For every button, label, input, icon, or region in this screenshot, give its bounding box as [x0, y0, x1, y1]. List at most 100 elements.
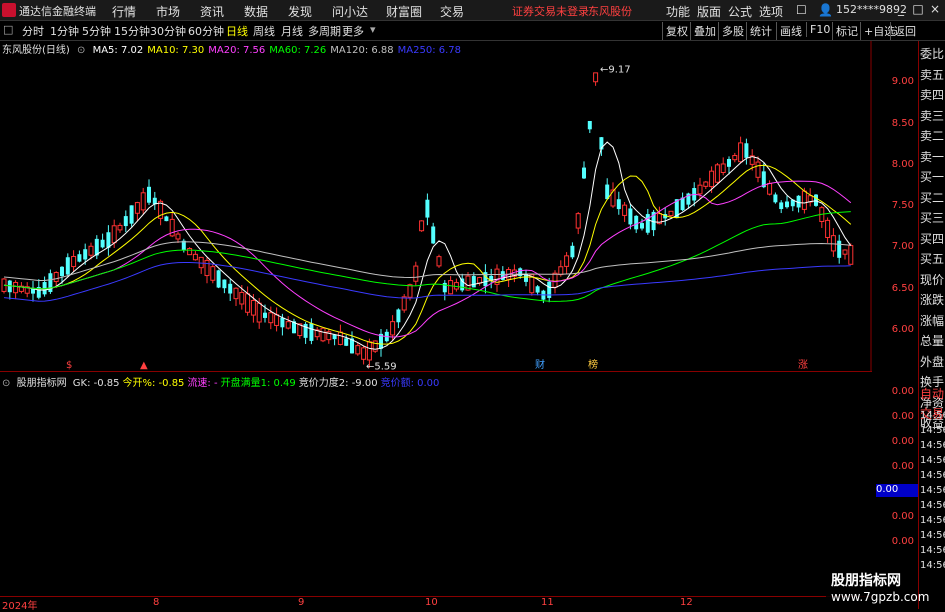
candle[interactable] [245, 286, 251, 316]
candle[interactable] [147, 179, 151, 205]
candle[interactable] [24, 282, 30, 298]
candle[interactable] [575, 211, 581, 235]
stock-name-link[interactable]: 东风股份 [588, 3, 632, 19]
maximize-button[interactable]: □ [909, 2, 927, 16]
candle[interactable] [210, 264, 216, 284]
candle[interactable] [703, 180, 709, 190]
shield-icon[interactable]: ☐ [796, 3, 807, 17]
login-status-link[interactable]: 证券交易未登录 [512, 3, 589, 19]
side-panel-item-11[interactable]: 现价 [920, 271, 945, 288]
candle[interactable] [204, 257, 210, 284]
candle[interactable] [129, 205, 134, 227]
period-tab-7[interactable]: 周线 [253, 23, 275, 39]
period-tab-3[interactable]: 15分钟 [114, 23, 150, 39]
candle[interactable] [483, 264, 488, 294]
candle[interactable] [326, 328, 332, 344]
right-menu-item-2[interactable]: 公式 [728, 3, 752, 20]
candle[interactable] [779, 200, 784, 214]
candle[interactable] [320, 327, 326, 343]
candle[interactable] [494, 264, 500, 292]
candle[interactable] [796, 195, 801, 213]
period-tab-0[interactable]: 分时 [22, 23, 44, 39]
event-marker-3[interactable]: 榜 [588, 358, 598, 371]
candle[interactable] [152, 191, 157, 210]
side-panel-item-4[interactable]: 卖二 [920, 127, 945, 144]
candle[interactable] [732, 152, 738, 163]
candle[interactable] [807, 188, 813, 207]
toolbar-button-0[interactable]: 复权 [662, 22, 691, 40]
candle[interactable] [477, 276, 483, 286]
candle[interactable] [106, 225, 111, 256]
side-panel-item-7[interactable]: 买二 [920, 189, 945, 206]
candle[interactable] [460, 273, 465, 293]
side-panel-item-3[interactable]: 卖三 [920, 107, 945, 124]
event-marker-4[interactable]: 涨 [798, 359, 808, 371]
candle[interactable] [593, 72, 599, 86]
period-tab-9[interactable]: 多周期 [308, 23, 341, 39]
right-menu-item-0[interactable]: 功能 [666, 3, 690, 20]
candle[interactable] [48, 269, 53, 294]
candle[interactable] [622, 201, 628, 222]
side-panel-item-9[interactable]: 买四 [920, 230, 945, 247]
period-tab-2[interactable]: 5分钟 [82, 23, 111, 39]
period-tab-10[interactable]: 更多 [342, 23, 364, 39]
candle[interactable] [31, 280, 35, 302]
candle[interactable] [744, 138, 749, 165]
candle[interactable] [582, 161, 586, 179]
side-panel-item-0[interactable]: 委比 [920, 45, 945, 62]
toolbar-button-4[interactable]: 画线 [776, 22, 805, 40]
candle[interactable] [453, 278, 459, 292]
candle[interactable] [848, 243, 854, 265]
indicator-name[interactable]: 股朋指标网 [17, 378, 67, 389]
candle[interactable] [192, 251, 198, 261]
menu-item-2[interactable]: 资讯 [200, 3, 224, 20]
candle[interactable] [680, 192, 685, 212]
candle[interactable] [100, 233, 105, 249]
candle[interactable] [233, 287, 239, 307]
candle[interactable] [228, 279, 233, 302]
candle[interactable] [65, 253, 70, 277]
candle[interactable] [413, 261, 419, 286]
side-panel-item-14[interactable]: 总量 [920, 332, 945, 349]
period-tab-6[interactable]: 日线 [226, 23, 248, 39]
candle[interactable] [164, 215, 169, 222]
period-tab-4[interactable]: 30分钟 [150, 23, 186, 39]
candle[interactable] [610, 182, 616, 208]
candle[interactable] [332, 334, 337, 346]
candle[interactable] [668, 210, 674, 218]
candle[interactable] [773, 192, 778, 204]
period-toolbar-icon[interactable]: □ [3, 23, 13, 36]
candle[interactable] [431, 222, 436, 245]
candle[interactable] [570, 242, 575, 260]
period-tab-1[interactable]: 1分钟 [50, 23, 79, 39]
candle[interactable] [198, 256, 204, 274]
candle[interactable] [401, 294, 407, 313]
candle[interactable] [819, 206, 825, 229]
more-dropdown-icon[interactable]: ▾ [370, 23, 376, 36]
candle[interactable] [187, 247, 193, 256]
candle[interactable] [442, 280, 447, 301]
settings-icon[interactable]: ⊙ [2, 378, 10, 389]
toolbar-button-1[interactable]: 叠加 [690, 22, 719, 40]
candle[interactable] [134, 201, 140, 222]
candle[interactable] [645, 208, 650, 235]
side-panel-item-13[interactable]: 涨幅 [920, 312, 945, 329]
candle[interactable] [830, 228, 836, 257]
candle[interactable] [140, 187, 146, 214]
candle[interactable] [384, 329, 389, 343]
toolbar-button-8[interactable]: 返回 [890, 22, 919, 40]
side-panel-item-6[interactable]: 买一 [920, 168, 945, 185]
candle[interactable] [303, 322, 308, 344]
menu-item-5[interactable]: 问小达 [332, 3, 368, 20]
close-button[interactable]: × [926, 2, 944, 16]
side-panel-item-15[interactable]: 外盘 [920, 353, 945, 370]
right-menu-item-1[interactable]: 版面 [697, 3, 721, 20]
side-panel-item-19[interactable]: 自动 [920, 385, 945, 402]
candle[interactable] [564, 252, 570, 274]
candle[interactable] [663, 207, 668, 226]
side-panel-item-10[interactable]: 买五 [920, 250, 945, 267]
candle[interactable] [350, 331, 354, 354]
right-menu-item-3[interactable]: 选项 [759, 3, 783, 20]
menu-item-4[interactable]: 发现 [288, 3, 312, 20]
candle[interactable] [605, 178, 610, 200]
